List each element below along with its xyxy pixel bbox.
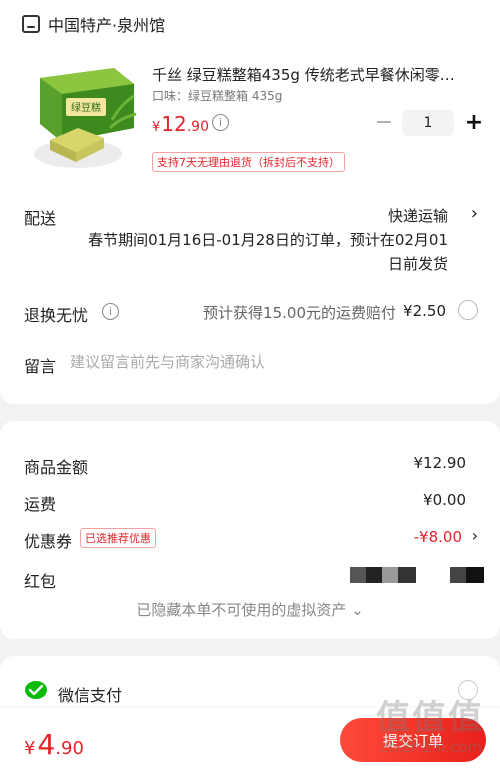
product-title[interactable]: 千丝 绿豆糕整箱435g 传统老式早餐休闲零… xyxy=(152,64,482,85)
total-currency: ¥ xyxy=(24,738,36,759)
memo-label: 留言 xyxy=(24,357,57,376)
return-policy-badge: 支持7天无理由退货（拆封后不支持） xyxy=(152,152,345,172)
chevron-right-icon[interactable]: › xyxy=(472,526,478,545)
delivery-note: 春节期间01月16日-01月28日的订单，预计在02月01日前发货 xyxy=(88,231,448,273)
quantity-value[interactable]: 1 xyxy=(402,110,454,136)
box-label: 绿豆糕 xyxy=(71,101,101,114)
quantity-stepper: − 1 + xyxy=(372,110,486,136)
info-icon[interactable]: i xyxy=(212,114,229,131)
wechat-pay-icon xyxy=(25,681,47,699)
goods-amount-label: 商品金额 xyxy=(24,458,89,477)
total-integer: 4 xyxy=(37,728,56,761)
increase-button[interactable]: + xyxy=(462,111,486,135)
goods-amount-value: ¥12.90 xyxy=(413,454,467,472)
delivery-method[interactable]: 快递运输 xyxy=(388,205,448,226)
memo-input[interactable] xyxy=(70,353,470,371)
shop-name: 中国特产·泉州馆 xyxy=(48,16,166,35)
price-decimal: .90 xyxy=(186,119,209,135)
worry-free-radio[interactable] xyxy=(458,300,478,320)
watermark-text: 值值值 xyxy=(376,698,484,738)
delivery-label: 配送 xyxy=(24,209,57,228)
worry-free-desc: 预计获得15.00元的运费赔付 xyxy=(203,304,396,322)
watermark-url: zhizhizhi.com xyxy=(380,738,482,756)
payment-method-label[interactable]: 微信支付 xyxy=(58,682,122,706)
order-card: 中国特产·泉州馆 绿豆糕 千丝 绿豆糕整箱435g 传统老式早餐休闲零… 口味：… xyxy=(0,0,500,404)
hongbao-label: 红包 xyxy=(24,572,57,591)
product-thumbnail[interactable]: 绿豆糕 xyxy=(22,58,140,176)
worry-free-label: 退换无忧 xyxy=(24,306,89,325)
shipping-value: ¥0.00 xyxy=(423,491,466,509)
product-spec: 口味：绿豆糕整箱 435g xyxy=(152,89,283,103)
chevron-right-icon[interactable]: › xyxy=(471,203,478,224)
worry-free-price: ¥2.50 xyxy=(403,302,446,320)
total-price: ¥ 4 .90 xyxy=(24,728,84,761)
info-icon[interactable]: i xyxy=(102,303,119,320)
shop-icon xyxy=(22,15,40,33)
price-integer: 12 xyxy=(161,112,187,136)
shop-header[interactable]: 中国特产·泉州馆 xyxy=(22,12,165,36)
coupon-value[interactable]: -¥8.00 xyxy=(414,528,462,546)
coupon-badge: 已选推荐优惠 xyxy=(80,528,156,548)
product-image: 绿豆糕 xyxy=(22,58,140,176)
price-currency: ¥ xyxy=(152,120,161,135)
shipping-label: 运费 xyxy=(24,495,57,514)
hidden-assets-toggle[interactable]: 已隐藏本单不可使用的虚拟资产 ⌄ xyxy=(0,599,500,620)
total-decimal: .90 xyxy=(55,738,84,759)
decrease-button[interactable]: − xyxy=(372,111,396,135)
coupon-label: 优惠券 xyxy=(24,532,73,551)
product-price: ¥ 12 .90 xyxy=(152,112,209,136)
